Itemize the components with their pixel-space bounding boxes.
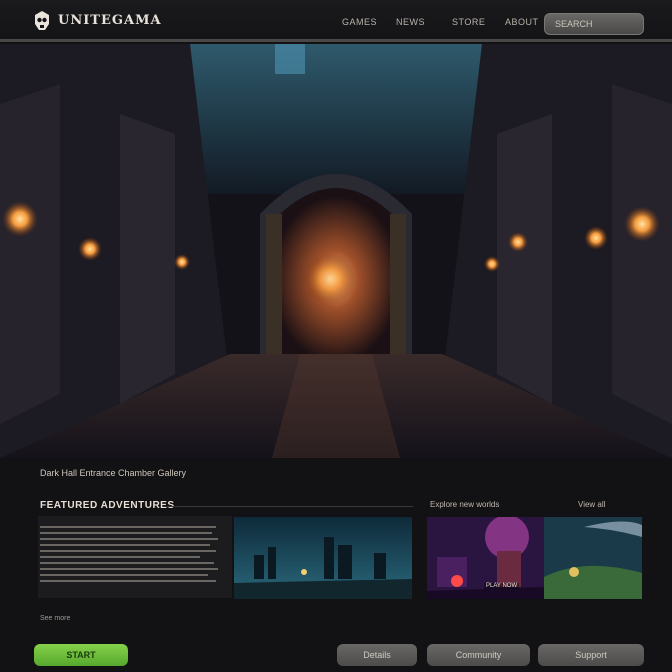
community-button[interactable]: Community: [427, 644, 530, 666]
section-title: FEATURED ADVENTURES: [40, 500, 175, 511]
top-navigation-bar: UNITEGAMA GAMES NEWS STORE ABOUT SEARCH: [0, 0, 672, 42]
thumbnail-city-ruins[interactable]: [234, 517, 412, 599]
thumbnail-fantasy-landscape[interactable]: [544, 517, 642, 599]
nav-store[interactable]: STORE: [452, 17, 485, 27]
hero-image-dark-hallway: [0, 44, 672, 458]
hero-caption: Dark Hall Entrance Chamber Gallery: [40, 468, 187, 478]
details-button[interactable]: Details: [337, 644, 417, 666]
skull-logo-icon[interactable]: [33, 10, 51, 32]
start-button[interactable]: START: [34, 644, 128, 666]
nav-games[interactable]: GAMES: [342, 17, 377, 27]
section-divider: [168, 506, 413, 507]
description-text-block: [38, 516, 232, 598]
nav-news[interactable]: NEWS: [396, 17, 425, 27]
brand-name[interactable]: UNITEGAMA: [58, 13, 162, 28]
play-now-label[interactable]: PLAY NOW: [484, 583, 520, 589]
nav-about[interactable]: ABOUT: [505, 17, 539, 27]
view-all-link[interactable]: View all: [578, 500, 605, 509]
see-more-note[interactable]: See more: [40, 615, 70, 622]
explore-link[interactable]: Explore new worlds: [430, 500, 499, 509]
search-button[interactable]: SEARCH: [544, 13, 644, 35]
support-button[interactable]: Support: [538, 644, 644, 666]
